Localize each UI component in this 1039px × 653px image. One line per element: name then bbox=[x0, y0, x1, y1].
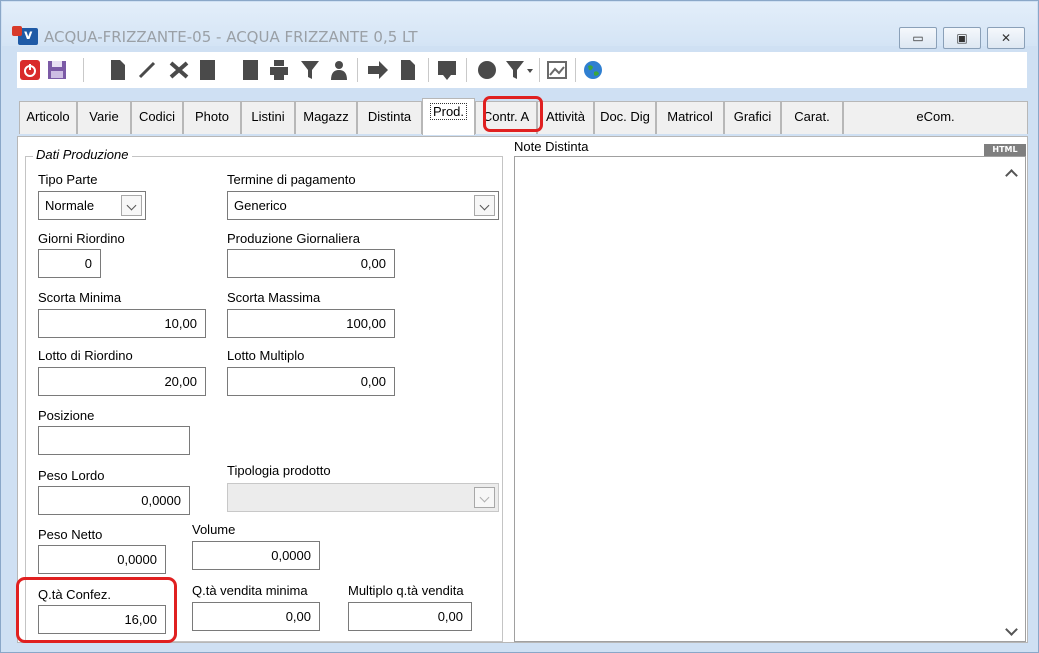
picture-icon[interactable] bbox=[547, 60, 567, 80]
peso-lordo-field[interactable]: 0,0000 bbox=[38, 486, 190, 515]
lotto-multiplo-field[interactable]: 0,00 bbox=[227, 367, 395, 396]
scorta-minima-label: Scorta Minima bbox=[38, 290, 122, 305]
html-badge[interactable]: HTML bbox=[984, 144, 1026, 156]
volume-field[interactable]: 0,0000 bbox=[192, 541, 320, 570]
tab-distinta[interactable]: Distinta bbox=[357, 101, 422, 134]
tab-grafici[interactable]: Grafici bbox=[724, 101, 781, 134]
tab-prod[interactable]: Prod. bbox=[422, 98, 475, 135]
tab-matricole[interactable]: Matricol bbox=[656, 101, 724, 134]
forward-icon[interactable] bbox=[367, 60, 389, 80]
peso-netto-label: Peso Netto bbox=[38, 527, 103, 542]
volume-label: Volume bbox=[192, 522, 236, 537]
toolbar-separator bbox=[83, 58, 84, 82]
lotto-riordino-label: Lotto di Riordino bbox=[38, 348, 133, 363]
copy-icon[interactable] bbox=[199, 60, 217, 80]
tab-photo[interactable]: Photo bbox=[183, 101, 241, 134]
tipologia-prodotto-label: Tipologia prodotto bbox=[227, 463, 331, 478]
close-button[interactable]: ✕ bbox=[987, 27, 1025, 49]
print-icon[interactable] bbox=[269, 60, 289, 80]
tab-listini[interactable]: Listini bbox=[241, 101, 295, 134]
filter-dropdown-icon[interactable] bbox=[505, 60, 533, 80]
giorni-riordino-field[interactable]: 0 bbox=[38, 249, 101, 278]
qta-vendita-minima-field[interactable]: 0,00 bbox=[192, 602, 320, 631]
tab-prod-label: Prod. bbox=[429, 103, 468, 120]
toolbar-separator bbox=[575, 58, 576, 82]
save-icon[interactable] bbox=[47, 60, 69, 80]
tipo-parte-value: Normale bbox=[45, 198, 95, 213]
chevron-down-icon bbox=[474, 487, 495, 508]
toolbar-separator bbox=[428, 58, 429, 82]
document-icon[interactable] bbox=[399, 60, 417, 80]
qta-confez-highlight-annotation bbox=[16, 577, 177, 643]
tab-varie[interactable]: Varie bbox=[77, 101, 131, 134]
termine-pagamento-select[interactable]: Generico bbox=[227, 191, 499, 220]
multiplo-qta-vendita-label: Multiplo q.tà vendita bbox=[348, 583, 464, 598]
termine-pagamento-label: Termine di pagamento bbox=[227, 172, 356, 187]
multiplo-qta-vendita-field[interactable]: 0,00 bbox=[348, 602, 472, 631]
edit-icon[interactable] bbox=[137, 60, 157, 80]
giorni-riordino-label: Giorni Riordino bbox=[38, 231, 125, 246]
tipologia-prodotto-select bbox=[227, 483, 499, 512]
peso-lordo-label: Peso Lordo bbox=[38, 468, 105, 483]
toolbar-separator bbox=[466, 58, 467, 82]
produzione-giornaliera-label: Produzione Giornaliera bbox=[227, 231, 360, 246]
lotto-riordino-field[interactable]: 20,00 bbox=[38, 367, 206, 396]
posizione-field[interactable] bbox=[38, 426, 190, 455]
scorta-massima-label: Scorta Massima bbox=[227, 290, 321, 305]
toolbar-separator bbox=[539, 58, 540, 82]
chevron-down-icon[interactable] bbox=[474, 195, 495, 216]
maximize-button[interactable]: ▣ bbox=[943, 27, 981, 49]
title-bar[interactable]: v ACQUA-FRIZZANTE-05 - ACQUA FRIZZANTE 0… bbox=[2, 2, 1037, 49]
group-title: Dati Produzione bbox=[33, 147, 132, 162]
produzione-giornaliera-field[interactable]: 0,00 bbox=[227, 249, 395, 278]
tab-attivita[interactable]: Attività bbox=[537, 101, 594, 134]
tipo-parte-select[interactable]: Normale bbox=[38, 191, 146, 220]
note-distinta-editor[interactable] bbox=[514, 156, 1026, 642]
tab-highlight-annotation bbox=[483, 96, 543, 132]
posizione-label: Posizione bbox=[38, 408, 95, 423]
scorta-minima-field[interactable]: 10,00 bbox=[38, 309, 206, 338]
qta-vendita-minima-label: Q.tà vendita minima bbox=[192, 583, 308, 598]
lotto-multiplo-label: Lotto Multiplo bbox=[227, 348, 305, 363]
tab-carat[interactable]: Carat. bbox=[781, 101, 843, 134]
chevron-down-icon[interactable] bbox=[121, 195, 142, 216]
tab-magazz[interactable]: Magazz bbox=[295, 101, 357, 134]
window-title: ACQUA-FRIZZANTE-05 - ACQUA FRIZZANTE 0,5… bbox=[44, 28, 418, 46]
tab-articolo[interactable]: Articolo bbox=[19, 101, 77, 134]
globe-icon[interactable] bbox=[583, 60, 603, 80]
paste-icon[interactable] bbox=[242, 60, 260, 80]
app-logo-icon: v bbox=[12, 26, 38, 45]
termine-pagamento-value: Generico bbox=[234, 198, 287, 213]
new-document-icon[interactable] bbox=[109, 60, 127, 80]
toolbar bbox=[17, 52, 1027, 88]
note-distinta-label: Note Distinta bbox=[514, 139, 589, 154]
circle-icon[interactable] bbox=[477, 60, 497, 80]
scroll-up-icon[interactable] bbox=[1004, 166, 1018, 180]
tab-ecom[interactable]: eCom. bbox=[843, 101, 1028, 134]
user-icon[interactable] bbox=[329, 60, 349, 80]
tab-codici[interactable]: Codici bbox=[131, 101, 183, 134]
filter-icon[interactable] bbox=[300, 60, 320, 80]
peso-netto-field[interactable]: 0,0000 bbox=[38, 545, 166, 574]
toolbar-separator bbox=[357, 58, 358, 82]
tab-doc-dig[interactable]: Doc. Dig bbox=[594, 101, 656, 134]
delete-icon[interactable] bbox=[168, 60, 190, 80]
scroll-down-icon[interactable] bbox=[1004, 624, 1018, 638]
tipo-parte-label: Tipo Parte bbox=[38, 172, 98, 187]
power-icon[interactable] bbox=[19, 60, 41, 80]
minimize-button[interactable]: ▭ bbox=[899, 27, 937, 49]
scorta-massima-field[interactable]: 100,00 bbox=[227, 309, 395, 338]
attach-icon[interactable] bbox=[437, 60, 457, 80]
